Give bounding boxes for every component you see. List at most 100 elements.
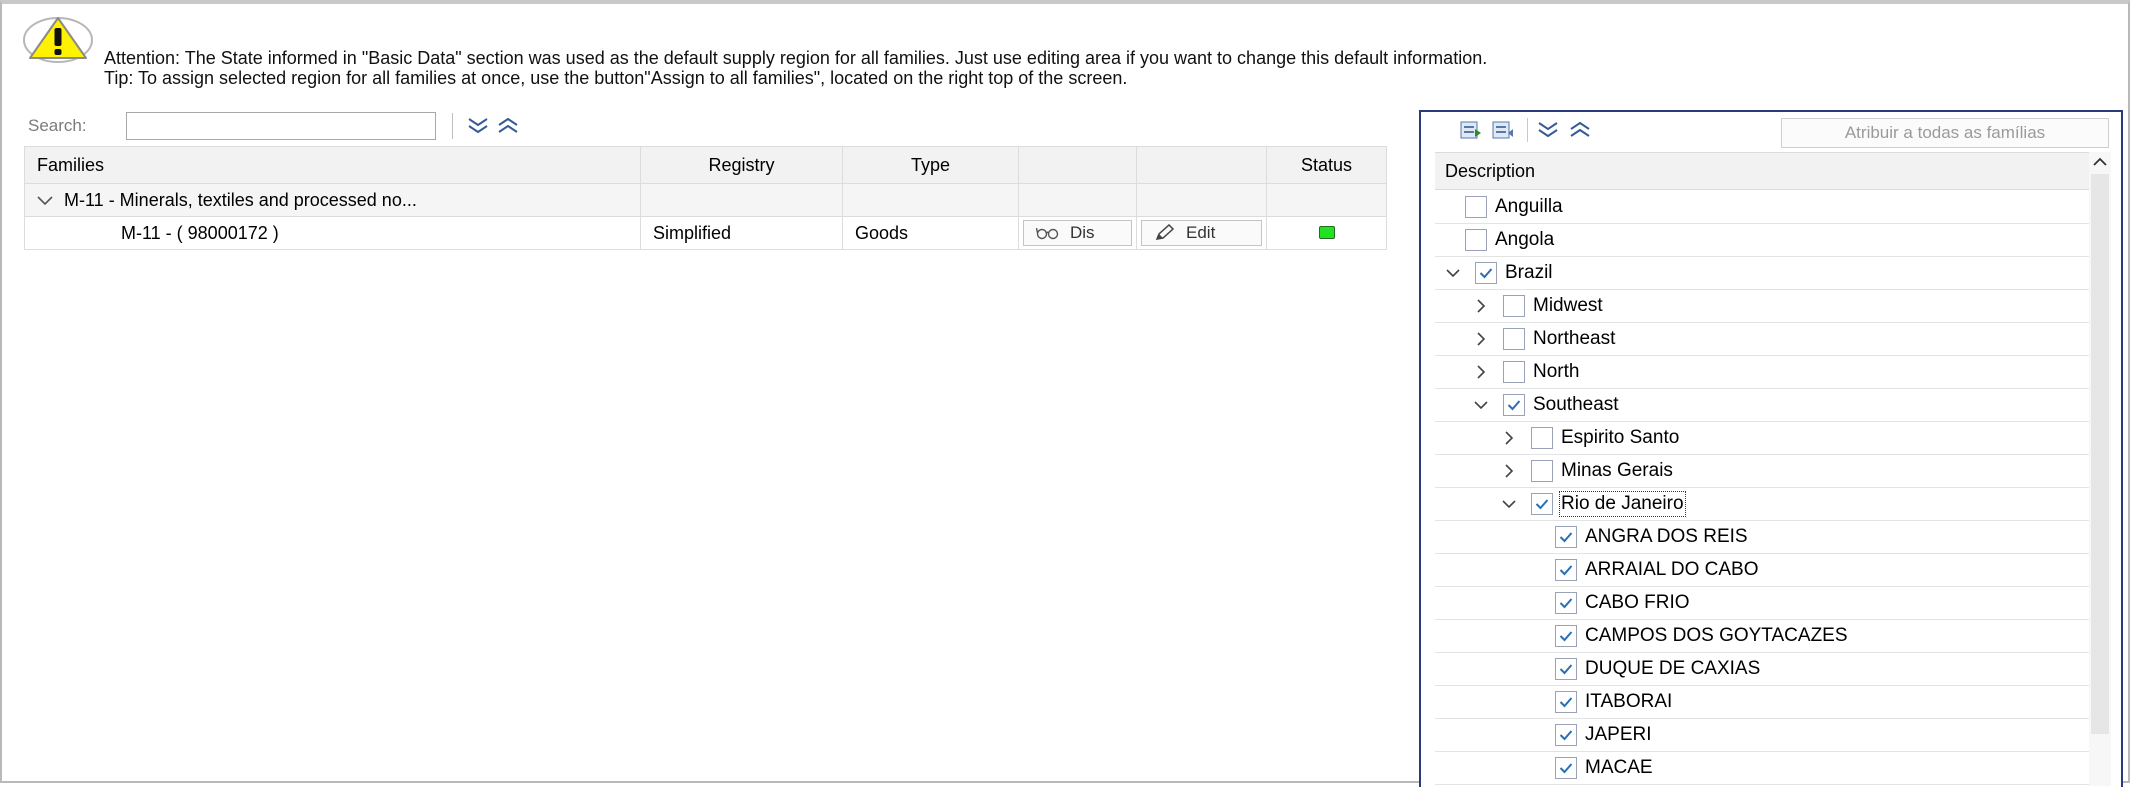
chevron-down-icon[interactable] <box>1497 499 1521 509</box>
tree-row[interactable]: Northeast <box>1435 323 2095 356</box>
tree-row[interactable]: Midwest <box>1435 290 2095 323</box>
tree-row[interactable]: Rio de Janeiro <box>1435 488 2095 521</box>
search-label: Search: <box>28 116 87 135</box>
families-table: Families Registry Type Status M-11 - Min… <box>24 146 1387 251</box>
collapse-all-icon[interactable] <box>1568 118 1592 142</box>
tree-row[interactable]: Anguilla <box>1435 191 2095 224</box>
table-row[interactable]: M-11 - ( 98000172 ) Simplified Goods Dis… <box>24 216 1387 250</box>
region-checkbox[interactable] <box>1555 691 1577 713</box>
display-button[interactable]: Dis <box>1023 220 1132 246</box>
region-label[interactable]: North <box>1533 361 1579 383</box>
region-label[interactable]: JAPERI <box>1585 724 1652 746</box>
region-checkbox[interactable] <box>1531 460 1553 482</box>
chevron-right-icon[interactable] <box>1469 332 1493 346</box>
tree-row[interactable]: DUQUE DE CAXIAS <box>1435 653 2095 686</box>
chevron-down-icon[interactable] <box>37 190 59 211</box>
chevron-down-icon[interactable] <box>1441 268 1465 278</box>
region-label[interactable]: ANGRA DOS REIS <box>1585 526 1748 548</box>
tree-row[interactable]: Brazil <box>1435 257 2095 290</box>
display-button-label: Dis <box>1070 223 1095 242</box>
deselect-all-icon[interactable] <box>1491 118 1515 142</box>
region-label[interactable]: Espirito Santo <box>1561 427 1679 449</box>
region-checkbox[interactable] <box>1555 526 1577 548</box>
edit-button[interactable]: Edit <box>1141 219 1262 246</box>
region-label[interactable]: Minas Gerais <box>1561 460 1673 482</box>
region-label[interactable]: Southeast <box>1533 394 1619 416</box>
region-panel: Atribuir a todas as famílias Description… <box>1419 110 2123 787</box>
description-column-header[interactable]: Description <box>1435 152 2095 190</box>
region-label[interactable]: Rio de Janeiro <box>1559 491 1686 517</box>
region-label[interactable]: CAMPOS DOS GOYTACAZES <box>1585 625 1848 647</box>
column-header-registry[interactable]: Registry <box>640 146 843 184</box>
expand-all-icon[interactable] <box>465 114 491 138</box>
column-header-display <box>1018 146 1137 184</box>
group-row[interactable]: M-11 - Minerals, textiles and processed … <box>24 183 1387 217</box>
assign-to-all-families-button[interactable]: Atribuir a todas as famílias <box>1781 118 2109 148</box>
region-checkbox[interactable] <box>1555 757 1577 779</box>
tree-row[interactable]: CAMPOS DOS GOYTACAZES <box>1435 620 2095 653</box>
chevron-down-icon[interactable] <box>1469 400 1493 410</box>
region-label[interactable]: MACAE <box>1585 757 1653 779</box>
tree-row[interactable]: Angola <box>1435 224 2095 257</box>
column-header-edit <box>1136 146 1267 184</box>
family-cell: M-11 - ( 98000172 ) <box>24 216 641 250</box>
warning-icon <box>23 17 93 63</box>
region-checkbox[interactable] <box>1555 592 1577 614</box>
tree-row[interactable]: North <box>1435 356 2095 389</box>
region-checkbox[interactable] <box>1555 625 1577 647</box>
group-cell[interactable]: M-11 - Minerals, textiles and processed … <box>24 183 641 217</box>
families-toolbar: Search: <box>24 108 1386 144</box>
region-label[interactable]: ITABORAI <box>1585 691 1672 713</box>
region-checkbox[interactable] <box>1503 295 1525 317</box>
tree-row[interactable]: CABO FRIO <box>1435 587 2095 620</box>
region-checkbox[interactable] <box>1503 394 1525 416</box>
glasses-icon <box>1036 227 1059 240</box>
tree-row[interactable]: ANGRA DOS REIS <box>1435 521 2095 554</box>
region-label[interactable]: ARRAIAL DO CABO <box>1585 559 1759 581</box>
region-label[interactable]: Anguilla <box>1495 196 1563 218</box>
tree-row[interactable]: MACAE <box>1435 752 2095 785</box>
region-label[interactable]: CABO FRIO <box>1585 592 1690 614</box>
region-checkbox[interactable] <box>1555 559 1577 581</box>
tree-row[interactable]: Espirito Santo <box>1435 422 2095 455</box>
region-checkbox[interactable] <box>1555 658 1577 680</box>
region-label[interactable]: Angola <box>1495 229 1554 251</box>
region-label[interactable]: DUQUE DE CAXIAS <box>1585 658 1760 680</box>
region-checkbox[interactable] <box>1465 229 1487 251</box>
region-checkbox[interactable] <box>1465 196 1487 218</box>
toolbar-separator <box>452 113 453 139</box>
region-label[interactable]: Midwest <box>1533 295 1603 317</box>
collapse-all-icon[interactable] <box>495 114 521 138</box>
region-toolbar: Atribuir a todas as famílias <box>1421 112 2121 148</box>
tree-row[interactable]: ARRAIAL DO CABO <box>1435 554 2095 587</box>
region-checkbox[interactable] <box>1503 361 1525 383</box>
tip-line: Tip: To assign selected region for all f… <box>104 68 1128 88</box>
region-checkbox[interactable] <box>1503 328 1525 350</box>
region-checkbox[interactable] <box>1531 427 1553 449</box>
scrollbar[interactable] <box>2089 152 2111 786</box>
tree-row[interactable]: ITABORAI <box>1435 686 2095 719</box>
chevron-right-icon[interactable] <box>1497 431 1521 445</box>
region-label[interactable]: Brazil <box>1505 262 1553 284</box>
scrollbar-thumb[interactable] <box>2091 174 2109 734</box>
chevron-right-icon[interactable] <box>1469 365 1493 379</box>
region-checkbox[interactable] <box>1531 493 1553 515</box>
scroll-up-icon[interactable] <box>2092 154 2108 170</box>
expand-all-icon[interactable] <box>1536 118 1560 142</box>
tree-row[interactable]: Minas Gerais <box>1435 455 2095 488</box>
chevron-right-icon[interactable] <box>1497 464 1521 478</box>
chevron-right-icon[interactable] <box>1469 299 1493 313</box>
tree-row[interactable]: JAPERI <box>1435 719 2095 752</box>
table-header-row: Families Registry Type Status <box>24 146 1387 184</box>
column-header-families[interactable]: Families <box>24 146 641 184</box>
region-tree: Anguilla Angola Brazil Midwest Northeast Nort… <box>1435 191 2095 785</box>
region-label[interactable]: Northeast <box>1533 328 1615 350</box>
tree-row[interactable]: Southeast <box>1435 389 2095 422</box>
column-header-status[interactable]: Status <box>1266 146 1387 184</box>
region-checkbox[interactable] <box>1555 724 1577 746</box>
select-all-icon[interactable] <box>1459 118 1483 142</box>
toolbar-separator <box>1527 118 1528 142</box>
column-header-type[interactable]: Type <box>842 146 1019 184</box>
region-checkbox[interactable] <box>1475 262 1497 284</box>
search-input[interactable] <box>126 112 436 140</box>
